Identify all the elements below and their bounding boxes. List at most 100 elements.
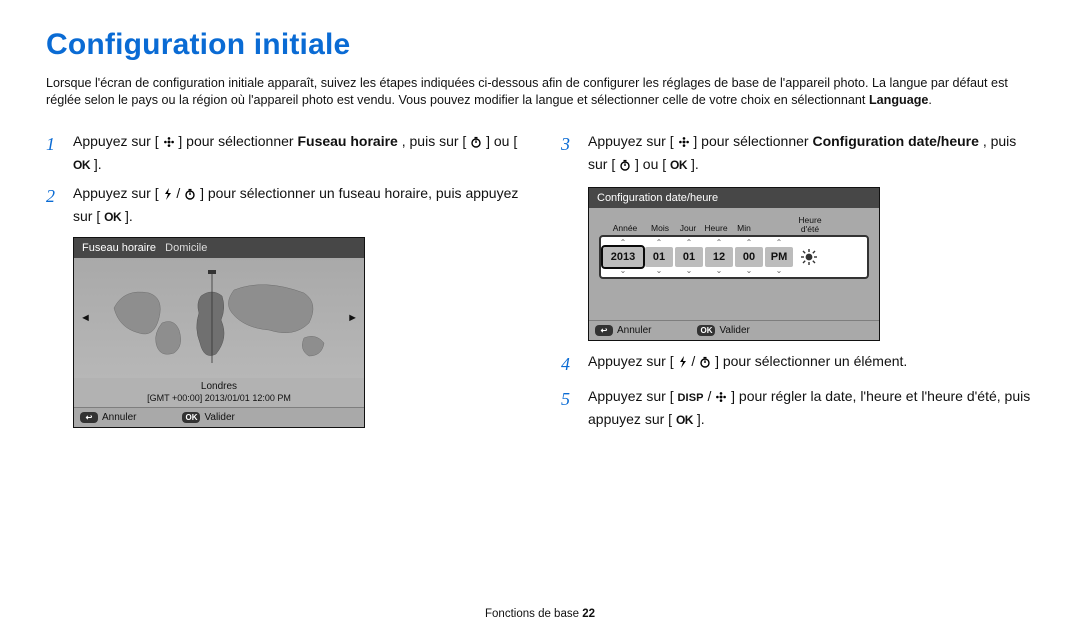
cancel-button[interactable]: ↩ Annuler — [80, 412, 136, 423]
txt: ]. — [125, 208, 133, 224]
back-icon: ↩ — [80, 412, 98, 423]
chevron-up-icon[interactable]: ⌃ — [776, 239, 783, 247]
chevron-down-icon[interactable]: ⌄ — [716, 267, 723, 275]
chevron-down-icon[interactable]: ⌄ — [620, 267, 627, 275]
dt-grid: ⌃ 2013 ⌄ ⌃ 01 ⌄ ⌃ 01 ⌄ — [599, 235, 869, 279]
world-map: ◄ ► — [74, 258, 364, 378]
cancel-label: Annuler — [102, 412, 136, 423]
page-footer: Fonctions de base 22 — [0, 608, 1080, 620]
ok-icon: OK — [697, 325, 715, 336]
label-year: Année — [605, 223, 645, 233]
step-number: 1 — [46, 131, 63, 175]
month-spinner[interactable]: ⌃ 01 ⌄ — [645, 239, 673, 275]
timer-icon — [699, 353, 711, 374]
step-3: 3 Appuyez sur [ ] pour sélectionner Conf… — [561, 131, 1034, 177]
panel-header: Fuseau horaire Domicile — [74, 238, 364, 258]
txt: / — [176, 185, 180, 201]
intro-end: . — [928, 93, 932, 107]
step-body: Appuyez sur [ / ] pour sélectionner un é… — [588, 351, 1034, 378]
year-spinner[interactable]: ⌃ 2013 ⌄ — [603, 239, 643, 275]
world-map-svg — [104, 268, 334, 368]
map-prev-button[interactable]: ◄ — [80, 312, 91, 324]
intro-text: Lorsque l'écran de configuration initial… — [46, 75, 1034, 110]
map-info: Londres [GMT +00:00] 2013/01/01 12:00 PM — [74, 378, 364, 407]
back-icon: ↩ — [595, 325, 613, 336]
label-day: Jour — [675, 223, 701, 233]
step-4: 4 Appuyez sur [ / ] pour sélectionner un… — [561, 351, 1034, 378]
chevron-down-icon[interactable]: ⌄ — [686, 267, 693, 275]
ampm-spinner[interactable]: ⌃ PM ⌄ — [765, 239, 793, 275]
txt-strong: Configuration date/heure — [812, 133, 978, 149]
month-value: 01 — [645, 247, 673, 267]
txt: Appuyez sur [ — [588, 353, 674, 369]
map-gmt: [GMT +00:00] 2013/01/01 12:00 PM — [74, 393, 364, 403]
footer-page: 22 — [582, 608, 595, 620]
step-number: 5 — [561, 386, 578, 430]
minute-value: 00 — [735, 247, 763, 267]
step-1: 1 Appuyez sur [ ] pour sélectionner Fuse… — [46, 131, 519, 175]
confirm-label: Valider — [719, 325, 749, 336]
footer-section: Fonctions de base — [485, 608, 582, 620]
step-number: 3 — [561, 131, 578, 177]
chevron-down-icon[interactable]: ⌄ — [746, 267, 753, 275]
cancel-label: Annuler — [617, 325, 651, 336]
day-spinner[interactable]: ⌃ 01 ⌄ — [675, 239, 703, 275]
step-number: 2 — [46, 183, 63, 227]
txt: ]. — [94, 156, 102, 172]
chevron-down-icon[interactable]: ⌄ — [656, 267, 663, 275]
day-value: 01 — [675, 247, 703, 267]
timezone-panel: Fuseau horaire Domicile — [73, 237, 365, 428]
chevron-up-icon[interactable]: ⌃ — [656, 239, 663, 247]
step-body: Appuyez sur [ ] pour sélectionner Fuseau… — [73, 131, 519, 175]
flash-icon — [163, 185, 173, 206]
chevron-up-icon[interactable]: ⌃ — [686, 239, 693, 247]
panel-footer: ↩ Annuler OK Valider — [74, 407, 364, 427]
label-dst: Heure d'été — [793, 216, 827, 233]
step-2: 2 Appuyez sur [ / ] pour sélectionner un… — [46, 183, 519, 227]
step-body: Appuyez sur [ ] pour sélectionner Config… — [588, 131, 1034, 177]
dst-toggle[interactable] — [795, 239, 823, 275]
disp-glyph: DISP — [678, 390, 704, 407]
chevron-up-icon[interactable]: ⌃ — [620, 239, 627, 247]
hour-spinner[interactable]: ⌃ 12 ⌄ — [705, 239, 733, 275]
hdr-right: Domicile — [165, 242, 207, 254]
panel-body: ◄ ► Londres [GMT +00:00] 2013/01/01 12:0… — [74, 258, 364, 407]
txt: Appuyez sur [ — [588, 388, 674, 404]
dt-labels: Année Mois Jour Heure Min Heure d'été — [599, 216, 869, 233]
step-body: Appuyez sur [ DISP / ] pour régler la da… — [588, 386, 1034, 430]
intro-body: Lorsque l'écran de configuration initial… — [46, 76, 1008, 107]
txt: ] pour sélectionner — [178, 133, 297, 149]
step-5: 5 Appuyez sur [ DISP / ] pour régler la … — [561, 386, 1034, 430]
map-city: Londres — [74, 381, 364, 392]
txt: ] ou [ — [486, 133, 517, 149]
txt: Appuyez sur [ — [73, 185, 159, 201]
minute-spinner[interactable]: ⌃ 00 ⌄ — [735, 239, 763, 275]
panel-header: Configuration date/heure — [589, 188, 879, 208]
hour-value: 12 — [705, 247, 733, 267]
year-value: 2013 — [603, 247, 643, 267]
confirm-button[interactable]: OK Valider — [182, 412, 234, 423]
chevron-up-icon[interactable]: ⌃ — [716, 239, 723, 247]
panel-footer: ↩ Annuler OK Valider — [589, 320, 879, 340]
chevron-up-icon[interactable]: ⌃ — [746, 239, 753, 247]
map-next-button[interactable]: ► — [347, 312, 358, 324]
txt: , puis sur [ — [402, 133, 467, 149]
chevron-down-icon[interactable]: ⌄ — [776, 267, 783, 275]
label-min: Min — [731, 223, 757, 233]
datetime-panel: Configuration date/heure Année Mois Jour… — [588, 187, 880, 341]
confirm-button[interactable]: OK Valider — [697, 325, 749, 336]
txt: ] pour sélectionner un élément. — [715, 353, 907, 369]
panel-body: Année Mois Jour Heure Min Heure d'été ⌃ … — [589, 208, 879, 320]
cancel-button[interactable]: ↩ Annuler — [595, 325, 651, 336]
txt: ] ou [ — [635, 156, 666, 172]
ok-glyph: OK — [73, 156, 90, 174]
flower-icon — [678, 133, 690, 154]
flower-icon — [715, 388, 727, 409]
hdr-left: Fuseau horaire — [82, 242, 156, 254]
flash-icon — [678, 353, 688, 374]
txt: ]. — [697, 411, 705, 427]
sun-icon — [800, 248, 818, 266]
txt: / — [707, 388, 711, 404]
ok-glyph: OK — [104, 208, 121, 226]
ampm-value: PM — [765, 247, 793, 267]
